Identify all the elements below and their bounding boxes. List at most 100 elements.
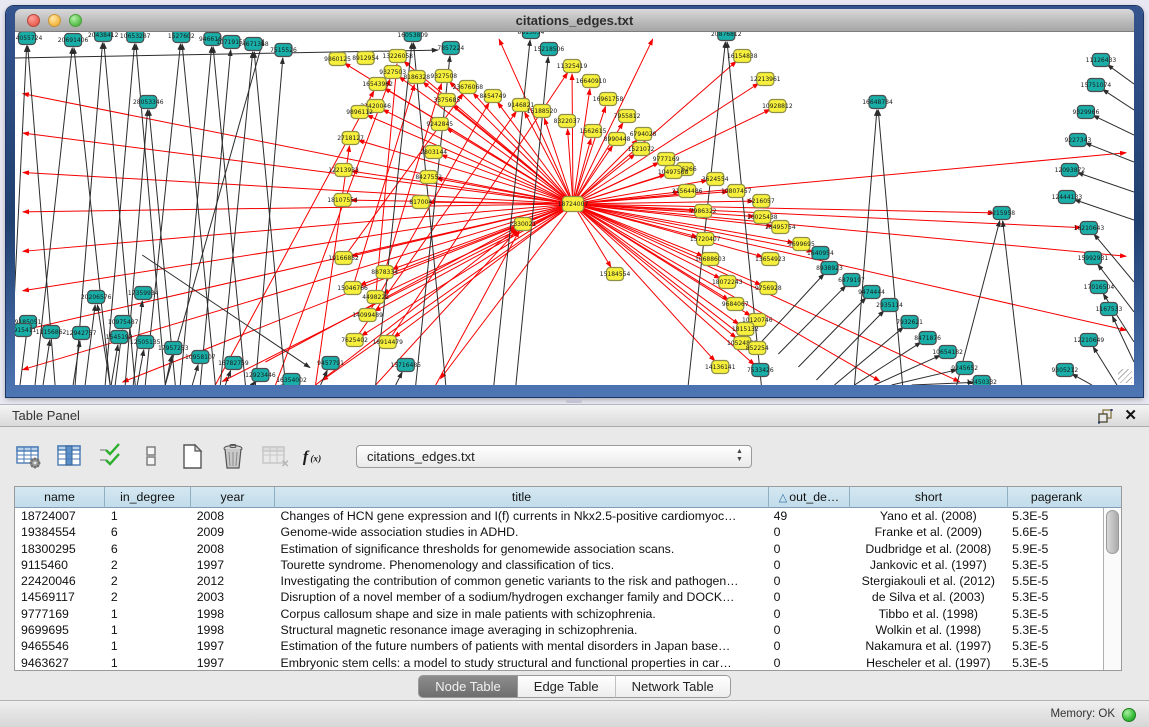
column-header-in_degree[interactable]: in_degree — [105, 487, 191, 508]
citation-edge-black[interactable] — [1103, 294, 1134, 342]
close-panel-icon[interactable]: ✕ — [1124, 406, 1137, 426]
citation-edge-black[interactable] — [878, 110, 902, 385]
table-cell: 5.6E-5 — [1006, 524, 1103, 540]
citation-edge-black[interactable] — [396, 372, 402, 385]
column-header-title[interactable]: title — [275, 487, 769, 508]
column-header-year[interactable]: year — [191, 487, 275, 508]
citation-edge-black[interactable] — [1107, 65, 1134, 84]
delete-column-button[interactable] — [219, 442, 247, 470]
citation-edge-black[interactable] — [798, 298, 866, 367]
citation-edge-black[interactable] — [20, 330, 27, 385]
network-canvas[interactable]: 1405572420691406204384121065328715276029… — [15, 32, 1134, 385]
float-panel-icon[interactable] — [1098, 409, 1113, 424]
column-visibility-button[interactable] — [55, 442, 83, 470]
citation-edge-black[interactable] — [137, 350, 144, 385]
window-resize-grip[interactable] — [1118, 369, 1132, 383]
graph-node-label: 8878334 — [371, 269, 398, 276]
graph-node-label: 6794028 — [630, 131, 657, 138]
graph-node-label: 14099489 — [352, 312, 383, 319]
citation-edge-red[interactable] — [436, 231, 519, 385]
citation-edge-black[interactable] — [213, 47, 245, 385]
citation-edge-black[interactable] — [180, 47, 211, 385]
citation-edge-black[interactable] — [1093, 115, 1134, 135]
tab-network-table[interactable]: Network Table — [616, 675, 731, 698]
citation-edge-red[interactable] — [572, 74, 573, 204]
citation-edge-black[interactable] — [182, 44, 215, 385]
scrollbar-thumb[interactable] — [1106, 510, 1119, 554]
citation-edge-black[interactable] — [875, 355, 941, 385]
citation-edge-red[interactable] — [573, 204, 1126, 330]
table-row[interactable]: 1938455462009Genome-wide association stu… — [15, 524, 1103, 540]
table-row[interactable]: 977716911998Corpus callosum shape and si… — [15, 606, 1103, 622]
table-row[interactable]: 1830029562008Estimation of significance … — [15, 541, 1103, 557]
graph-node-label: 13654923 — [755, 256, 786, 263]
citation-edge-black[interactable] — [1093, 347, 1117, 385]
function-builder-button[interactable]: f (x) — [301, 442, 329, 470]
citation-edge-black[interactable] — [1085, 143, 1134, 162]
citation-edge-black[interactable] — [1103, 89, 1134, 110]
panel-splitter[interactable] — [0, 397, 1149, 404]
column-header-out_de[interactable]: △out_de… — [769, 487, 850, 508]
graph-node-label: 2718127 — [337, 135, 364, 142]
citation-edge-black[interactable] — [192, 365, 198, 385]
citation-edge-red[interactable] — [573, 204, 736, 338]
citation-edge-red[interactable] — [23, 204, 573, 291]
vertical-scrollbar[interactable] — [1103, 508, 1121, 670]
red-edges-layer — [23, 39, 1127, 385]
table-row[interactable]: 2242004622012Investigating the contribut… — [15, 573, 1103, 589]
window-titlebar[interactable]: citations_edges.txt — [15, 9, 1134, 32]
table-row[interactable]: 969969511998Structural magnetic resonanc… — [15, 622, 1103, 638]
citation-edge-black[interactable] — [165, 40, 263, 385]
citation-edge-black[interactable] — [220, 52, 252, 385]
citation-edge-black[interactable] — [85, 305, 95, 385]
citation-edge-black[interactable] — [1074, 200, 1134, 220]
citation-edge-black[interactable] — [957, 221, 1000, 385]
column-header-name[interactable]: name — [15, 487, 105, 508]
table-row[interactable]: 1456911722003Disruption of a novel membe… — [15, 589, 1103, 605]
citation-edge-red[interactable] — [544, 119, 573, 204]
graph-node-label: 9457791 — [317, 360, 344, 367]
table-row[interactable]: 911546021997Tourette syndrome. Phenomeno… — [15, 557, 1103, 573]
table-row[interactable]: 946554611997Estimation of the future num… — [15, 638, 1103, 654]
selection-mode-button[interactable] — [96, 442, 124, 470]
citation-edge-black[interactable] — [1112, 316, 1134, 362]
table-cell: 9777169 — [15, 606, 105, 622]
table-cell: 5.3E-5 — [1006, 655, 1103, 670]
citation-edge-red[interactable] — [573, 204, 1126, 256]
table-cell: 1997 — [191, 557, 275, 573]
citation-edge-red[interactable] — [394, 204, 573, 337]
citation-edge-black[interactable] — [912, 382, 974, 385]
table-row[interactable]: 1872400712008Changes of HCN gene express… — [15, 508, 1103, 524]
citation-edge-red[interactable] — [368, 103, 489, 315]
table-cell: Corpus callosum shape and size in male p… — [275, 606, 768, 622]
citation-edge-black[interactable] — [778, 286, 846, 354]
citation-edge-black[interactable] — [855, 110, 877, 385]
table-row[interactable]: 946362711997Embryonic stem cells: a mode… — [15, 655, 1103, 670]
table-cell: 1997 — [191, 655, 275, 670]
table-cell: Genome-wide association studies in ADHD. — [275, 524, 768, 540]
graph-node-label: 16782759 — [218, 360, 249, 367]
citation-edge-red[interactable] — [441, 155, 573, 204]
citation-edge-black[interactable] — [111, 345, 118, 385]
tab-edge-table[interactable]: Edge Table — [518, 675, 616, 698]
graph-node-label: 8813054 — [518, 32, 545, 36]
tab-node-table[interactable]: Node Table — [418, 675, 518, 698]
citation-edge-red[interactable] — [23, 204, 573, 330]
graph-node-label: 817004 — [409, 199, 432, 206]
citation-edge-black[interactable] — [73, 341, 80, 385]
citation-edge-black[interactable] — [200, 50, 230, 385]
network-table-select[interactable]: citations_edges.txt ▲▼ — [356, 445, 752, 468]
table-settings-button[interactable] — [14, 442, 42, 470]
column-header-short[interactable]: short — [850, 487, 1008, 508]
table-cell: 22420046 — [15, 573, 105, 589]
row-stack-button[interactable] — [137, 442, 165, 470]
column-header-pagerank[interactable]: pagerank — [1008, 487, 1105, 508]
table-cell: Tibbo et al. (1998) — [848, 606, 1006, 622]
citation-edge-black[interactable] — [1077, 173, 1134, 192]
citation-edge-red[interactable] — [392, 204, 573, 269]
citation-edge-black[interactable] — [1072, 374, 1092, 385]
create-column-button[interactable] — [178, 442, 206, 470]
citation-edge-black[interactable] — [43, 340, 50, 385]
table-cell: Wolkin et al. (1998) — [848, 622, 1006, 638]
table-toolbar: ✕ f (x) citations_edges.txt ▲▼ — [14, 437, 752, 475]
